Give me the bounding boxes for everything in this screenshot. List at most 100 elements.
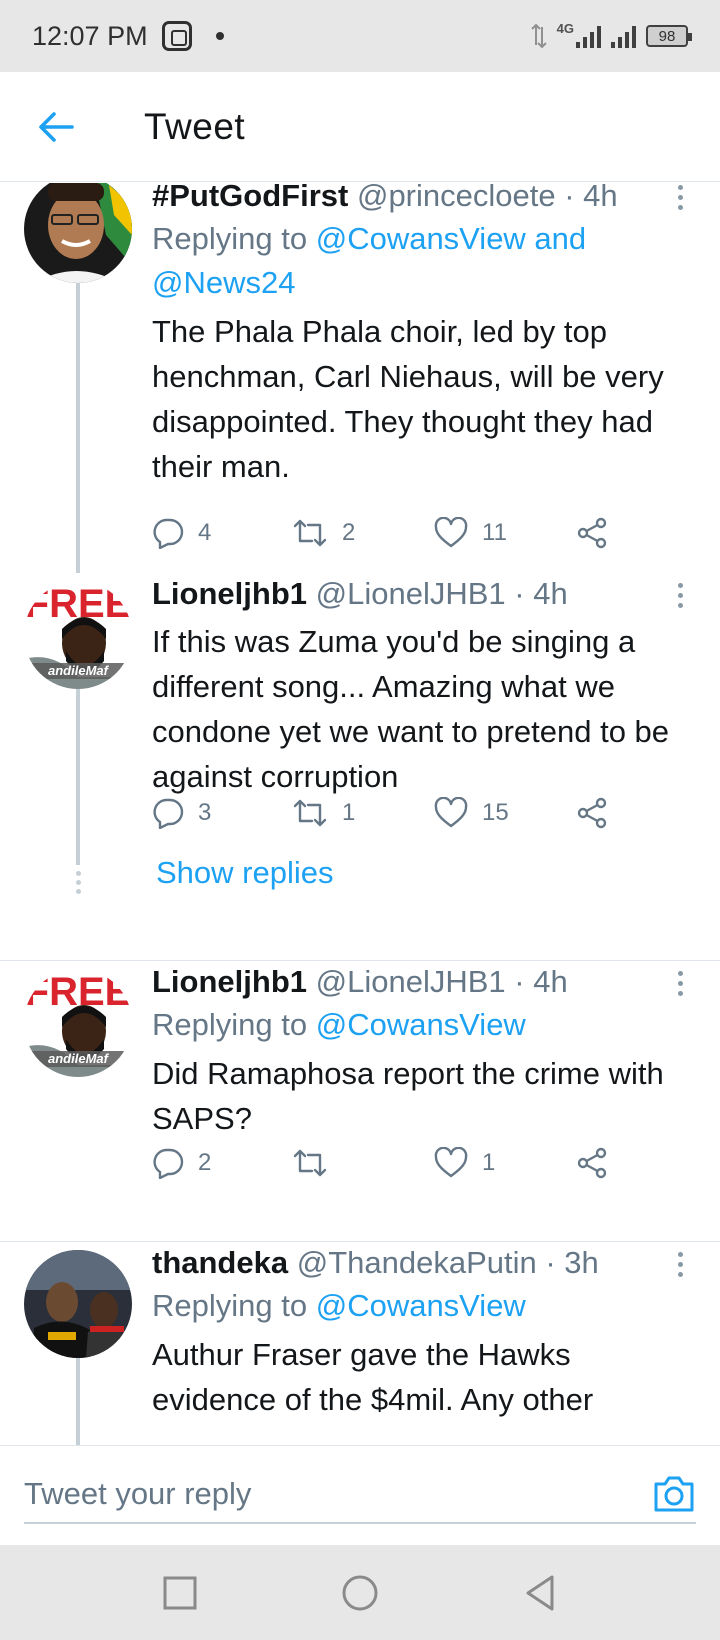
tweet-header: #PutGodFirst @princecloete · 4h <box>152 183 690 217</box>
replying-to: Replying to @CowansView and @News24 <box>152 217 690 305</box>
camera-button[interactable] <box>652 1474 696 1518</box>
system-nav-bar <box>0 1545 720 1640</box>
more-options-button[interactable] <box>670 1252 690 1277</box>
replying-mentions[interactable]: @CowansView <box>316 1288 526 1323</box>
nav-circle-icon <box>342 1575 378 1611</box>
replying-prefix: Replying to <box>152 1007 316 1042</box>
more-icon <box>677 583 683 588</box>
reply-icon <box>153 1148 184 1179</box>
avatar-caption: andileMaf <box>48 1051 110 1066</box>
replying-to: Replying to @CowansView <box>152 1284 690 1328</box>
retweet-button[interactable]: 1 <box>292 793 355 833</box>
tweet-actions: 2 1 <box>152 1143 622 1183</box>
reply-count: 4 <box>198 519 212 546</box>
like-button[interactable]: 15 <box>434 793 509 833</box>
avatar-image: FREE andileMaf <box>24 969 132 1077</box>
tweet-actions: 3 1 15 <box>152 793 622 833</box>
tweet-header: Lioneljhb1 @LionelJHB1 · 4h <box>152 961 690 1003</box>
avatar-caption: andileMaf <box>48 663 110 678</box>
replying-prefix: Replying to <box>152 221 316 256</box>
reply-feed[interactable]: #PutGodFirst @princecloete · 4h Replying… <box>0 183 720 1445</box>
avatar-image <box>24 183 132 283</box>
tweet-header: thandeka @ThandekaPutin · 3h <box>152 1242 690 1284</box>
reply-input[interactable]: Tweet your reply <box>24 1464 696 1524</box>
reply-button[interactable]: 4 <box>152 513 211 553</box>
more-options-button[interactable] <box>670 583 690 608</box>
tweet-time: · 4h <box>514 964 568 999</box>
reply-icon <box>153 518 184 549</box>
battery-level: 98 <box>658 27 676 45</box>
like-icon <box>434 1147 468 1178</box>
author-handle[interactable]: @LionelJHB1 <box>316 964 506 999</box>
retweet-icon <box>293 519 327 547</box>
more-icon <box>677 185 683 190</box>
reply-button[interactable]: 2 <box>152 1143 211 1183</box>
tweet-time: · 3h <box>545 1245 599 1280</box>
reply-icon <box>153 798 184 829</box>
avatar[interactable] <box>24 183 132 283</box>
share-button[interactable] <box>576 1143 608 1183</box>
back-arrow-icon <box>39 111 74 142</box>
like-button[interactable]: 1 <box>434 1143 495 1183</box>
more-icon <box>677 1252 683 1257</box>
reply-button[interactable]: 3 <box>152 793 211 833</box>
more-options-button[interactable] <box>670 971 690 996</box>
page-title: Tweet <box>144 105 246 147</box>
app-notification-icon <box>161 21 192 51</box>
nav-back-button[interactable] <box>520 1573 560 1613</box>
author-handle[interactable]: @ThandekaPutin <box>297 1245 537 1280</box>
retweet-button[interactable] <box>292 1143 342 1183</box>
reply-count: 3 <box>198 799 212 826</box>
data-transfer-icon <box>530 23 547 49</box>
tweet-time: · 4h <box>514 576 568 611</box>
share-button[interactable] <box>576 793 608 833</box>
avatar-image <box>24 1250 132 1358</box>
avatar[interactable] <box>24 1250 132 1358</box>
avatar-image: FREE andileMaf <box>24 581 132 689</box>
tweet-text: The Phala Phala choir, led by top henchm… <box>152 314 664 484</box>
author-handle[interactable]: @LionelJHB1 <box>316 576 506 611</box>
share-icon <box>577 797 607 829</box>
avatar[interactable]: FREE andileMaf <box>24 581 132 689</box>
author-name[interactable]: thandeka <box>152 1245 288 1280</box>
retweet-button[interactable]: 2 <box>292 513 355 553</box>
more-options-button[interactable] <box>670 185 690 210</box>
camera-icon <box>654 1476 694 1512</box>
replying-mentions[interactable]: @CowansView <box>316 1007 526 1042</box>
top-app-bar: Tweet <box>0 72 720 182</box>
reply-composer: Tweet your reply <box>0 1445 720 1545</box>
network-type: 4G <box>556 20 574 36</box>
tweet-content: #PutGodFirst @princecloete · 4h Replying… <box>152 183 690 489</box>
tweet-header: Lioneljhb1 @LionelJHB1 · 4h <box>152 573 690 615</box>
like-button[interactable]: 11 <box>434 513 507 553</box>
battery-icon: 98 <box>646 25 692 47</box>
author-handle[interactable]: @princecloete <box>357 183 556 213</box>
like-count: 15 <box>482 799 509 826</box>
status-bar: 12:07 PM 4G 98 <box>0 0 720 72</box>
reply-count: 2 <box>198 1149 212 1176</box>
avatar[interactable]: FREE andileMaf <box>24 969 132 1077</box>
nav-recents-button[interactable] <box>160 1573 200 1613</box>
more-icon <box>677 971 683 976</box>
nav-home-button[interactable] <box>340 1573 380 1613</box>
author-name[interactable]: Lioneljhb1 <box>152 576 307 611</box>
back-button[interactable] <box>26 97 86 157</box>
thread-line <box>76 1358 80 1445</box>
notification-dot-icon <box>215 32 224 40</box>
share-button[interactable] <box>576 513 608 553</box>
status-time: 12:07 PM <box>32 20 148 51</box>
tweet-time: · 4h <box>564 183 618 213</box>
retweet-count: 1 <box>342 799 356 826</box>
retweet-icon <box>293 799 327 827</box>
nav-back-icon <box>526 1575 554 1611</box>
retweet-icon <box>293 1149 327 1177</box>
tweet-text: Did Ramaphosa report the crime with SAPS… <box>152 1056 664 1136</box>
author-name[interactable]: Lioneljhb1 <box>152 964 307 999</box>
signal-icon <box>576 24 601 48</box>
tweet-content: Lioneljhb1 @LionelJHB1 · 4h Replying to … <box>152 961 690 1141</box>
tweet-actions: 4 2 11 <box>152 513 622 553</box>
author-name[interactable]: #PutGodFirst <box>152 183 348 213</box>
show-replies-link[interactable]: Show replies <box>156 855 333 891</box>
thread-line <box>76 283 80 573</box>
status-indicators: 4G 98 <box>530 20 692 49</box>
